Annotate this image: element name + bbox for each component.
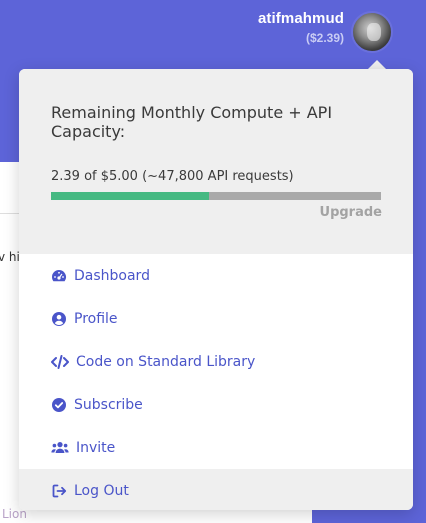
account-balance: ($2.39) xyxy=(305,31,344,45)
menu-item-subscribe[interactable]: Subscribe xyxy=(19,383,413,426)
users-icon xyxy=(51,440,69,456)
upgrade-button[interactable]: Upgrade xyxy=(320,205,382,220)
menu-item-label: Invite xyxy=(76,439,116,456)
menu-item-log-out[interactable]: Log Out xyxy=(19,469,413,510)
user-menu-toggle[interactable]: atifmahmud ($2.39) xyxy=(258,10,344,45)
menu-item-label: Subscribe xyxy=(74,396,143,413)
capacity-title: Remaining Monthly Compute + API Capacity… xyxy=(51,103,333,141)
sign-out-icon xyxy=(51,483,67,499)
menu-item-dashboard[interactable]: Dashboard xyxy=(19,254,413,297)
capacity-progress-fill xyxy=(51,192,209,200)
menu-item-code-on-standard-library[interactable]: Code on Standard Library xyxy=(19,340,413,383)
check-circle-icon xyxy=(51,397,67,413)
username: atifmahmud xyxy=(257,10,344,27)
avatar[interactable] xyxy=(351,11,393,53)
menu-item-profile[interactable]: Profile xyxy=(19,297,413,340)
menu-item-invite[interactable]: Invite xyxy=(19,426,413,469)
menu-item-label: Log Out xyxy=(74,482,129,499)
user-circle-icon xyxy=(51,311,67,327)
menu-item-label: Dashboard xyxy=(74,267,150,284)
capacity-progress-bar xyxy=(51,192,381,200)
background-text: v hi xyxy=(0,250,20,264)
menu-item-label: Profile xyxy=(74,310,118,327)
menu-item-label: Code on Standard Library xyxy=(76,353,256,370)
user-dropdown-menu: Remaining Monthly Compute + API Capacity… xyxy=(19,69,413,510)
code-icon xyxy=(51,354,69,370)
page-divider xyxy=(0,213,20,214)
dashboard-icon xyxy=(51,268,67,284)
capacity-panel: Remaining Monthly Compute + API Capacity… xyxy=(19,69,413,254)
capacity-usage-text: 2.39 of $5.00 (~47,800 API requests) xyxy=(51,169,294,184)
dropdown-menu-list: Dashboard Profile Code on Standard Libra… xyxy=(19,254,413,510)
